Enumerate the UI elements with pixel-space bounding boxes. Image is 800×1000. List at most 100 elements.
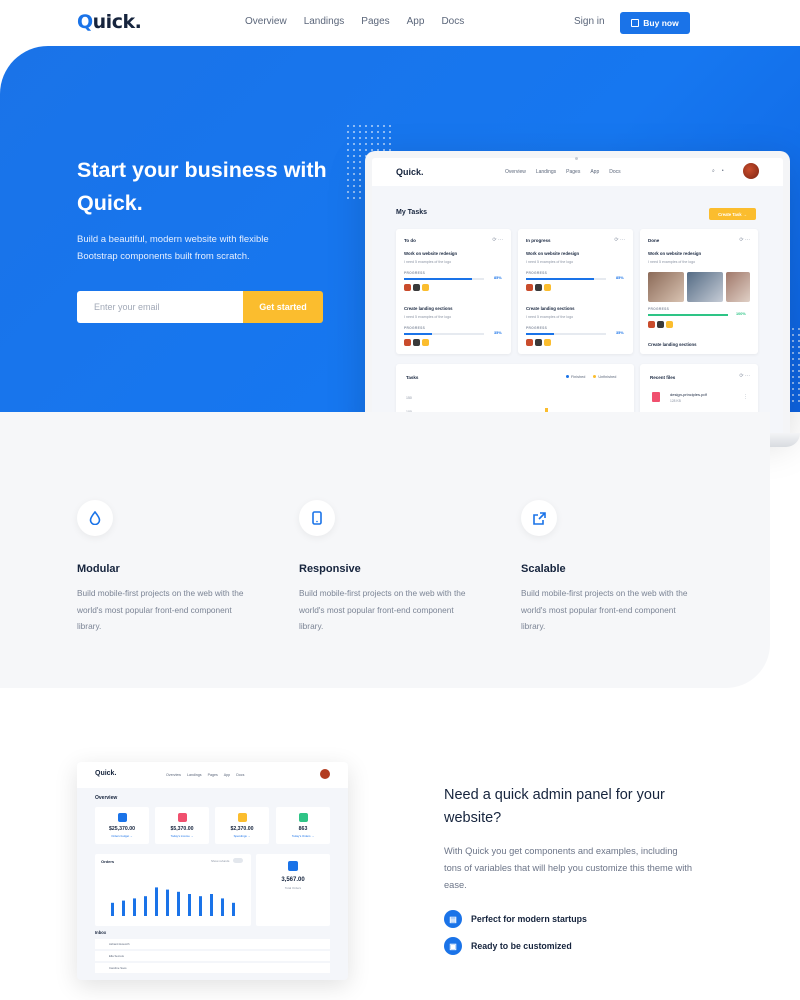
external-link-icon <box>521 500 557 536</box>
orders-bar <box>199 896 202 916</box>
task-desc: I need 5 examples of the logo <box>526 260 574 264</box>
avatar <box>535 339 542 346</box>
orders-bar <box>166 889 169 916</box>
admin-panel-preview: Quick. Overview Landings Pages App Docs … <box>77 762 348 980</box>
nav-link-app[interactable]: App <box>407 16 425 27</box>
mockup-screen: Quick. Overview Landings Pages App Docs … <box>372 158 783 433</box>
stat-card: $2,370.00 Spendings → <box>215 807 269 844</box>
buy-now-button[interactable]: Buy now <box>620 12 690 34</box>
mockup-nav-link: Docs <box>609 169 621 175</box>
mockup-nav-link: Landings <box>535 169 557 175</box>
avatar <box>404 339 411 346</box>
task-column-in-progress: In progress ⟳ ··· Work on website redesi… <box>518 229 633 354</box>
stat-icon <box>237 813 247 822</box>
feature-text: Build mobile-first projects on the web w… <box>77 588 244 631</box>
mobile-icon <box>299 500 335 536</box>
progress-label: PROGRESS <box>404 326 426 330</box>
admin-section-text: With Quick you get components and exampl… <box>444 846 693 890</box>
top-navbar: Quick. Overview Landings Pages App Docs … <box>0 0 800 46</box>
stat-card: 863 Today's Orders → <box>276 807 330 844</box>
assignees <box>526 284 551 291</box>
decorative-dot-grid-right <box>790 326 800 406</box>
mockup-nav-link: Overview <box>505 169 526 175</box>
mockup-nav-link: Pages <box>566 169 581 175</box>
progress-fill <box>648 314 728 316</box>
team-photo <box>648 272 684 302</box>
mockup-logo: Quick. <box>396 167 424 177</box>
total-orders-card: 3,567.00 Total Orders <box>256 854 330 926</box>
progress-label: PROGRESS <box>526 326 548 330</box>
progress-percent: 100% <box>736 312 746 316</box>
create-task-button: Create Task → <box>709 208 756 220</box>
legend-swatch <box>566 375 569 378</box>
mini-navbar: Quick. Overview Landings Pages App Docs <box>77 762 348 788</box>
stat-value: $25,370.00 <box>109 826 135 832</box>
column-tools-icon: ⟳ ··· <box>739 237 750 243</box>
orders-bar-chart <box>111 887 235 916</box>
file-size: 128 KB <box>670 399 681 403</box>
feature-check-customized: ▣ Ready to be customized <box>444 937 572 955</box>
legend-label: Unfinished <box>598 375 617 379</box>
buy-now-label: Buy now <box>643 18 679 28</box>
progress-fill <box>404 333 432 335</box>
logo-mark: Q <box>77 11 93 33</box>
nav-link-overview[interactable]: Overview <box>245 16 287 27</box>
progress-bar <box>526 278 606 280</box>
legend-item: Finished <box>566 375 585 379</box>
feature-text: Build mobile-first projects on the web w… <box>521 588 688 631</box>
column-tools-icon: ⟳ ··· <box>614 237 625 243</box>
hero-title: Start your business with Quick. <box>77 158 327 215</box>
recent-files-title: Recent files <box>650 375 676 380</box>
sender-name: Ella Secrets <box>109 954 124 958</box>
laptop-mockup: Quick. Overview Landings Pages App Docs … <box>365 151 790 433</box>
get-started-button[interactable]: Get started <box>243 291 323 323</box>
mockup-nav-link: App <box>590 169 600 175</box>
chart-legend: Finished Unfinished <box>566 375 616 379</box>
admin-section-title: Need a quick admin panel for your websit… <box>444 787 665 826</box>
hero-subtitle: Build a beautiful, modern website with f… <box>77 234 269 262</box>
mini-nav-link: Docs <box>236 773 245 777</box>
bell-icon: • <box>721 168 724 174</box>
task-title: Work on website redesign <box>404 251 458 256</box>
task-desc: I need 5 examples of the logo <box>526 315 574 319</box>
mini-nav-link: Pages <box>207 773 218 777</box>
column-tools-icon: ⟳ ··· <box>492 237 503 243</box>
feature-title: Responsive <box>299 563 361 575</box>
avatar <box>413 284 420 291</box>
signin-link[interactable]: Sign in <box>574 16 605 27</box>
search-icon: ⌕ <box>712 168 715 174</box>
feature-title: Modular <box>77 563 120 575</box>
orders-bar <box>133 898 136 916</box>
overview-heading: Overview <box>95 795 118 801</box>
mockup-nav-icons: ⌕ • <box>712 168 724 174</box>
progress-bar <box>404 278 484 280</box>
orders-icon <box>288 861 298 871</box>
stat-label: Today's Orders → <box>291 834 315 838</box>
avatar <box>413 339 420 346</box>
orders-bar <box>221 898 224 916</box>
tools-icon: ▣ <box>444 937 462 955</box>
check-label: Ready to be customized <box>471 941 572 951</box>
mini-logo: Quick. <box>95 770 117 777</box>
mini-nav-link: App <box>223 773 231 777</box>
task-title: Work on website redesign <box>648 251 702 256</box>
mockup-nav-links: Overview Landings Pages App Docs <box>505 169 621 175</box>
logo[interactable]: Quick. <box>77 11 142 33</box>
task-title: Work on website redesign <box>526 251 580 256</box>
sender-name: Ashanti Howorth <box>109 942 130 946</box>
nav-link-docs[interactable]: Docs <box>441 16 464 27</box>
tasks-chart-title: Tasks <box>406 375 419 380</box>
task-title: Create landing sections <box>648 342 697 347</box>
progress-fill <box>404 278 472 280</box>
task-title: Create landing sections <box>526 306 575 311</box>
mini-nav-link: Overview <box>166 773 181 777</box>
nav-link-pages[interactable]: Pages <box>361 16 389 27</box>
assignees <box>526 339 551 346</box>
email-input[interactable]: Enter your email <box>77 291 244 323</box>
nav-link-landings[interactable]: Landings <box>304 16 345 27</box>
assignees <box>404 284 429 291</box>
task-column-todo: To do ⟳ ··· Work on website redesign I n… <box>396 229 511 354</box>
features-section: Modular Build mobile-first projects on t… <box>0 412 770 688</box>
orders-bar <box>177 891 180 916</box>
stat-value: $2,370.00 <box>230 826 254 832</box>
